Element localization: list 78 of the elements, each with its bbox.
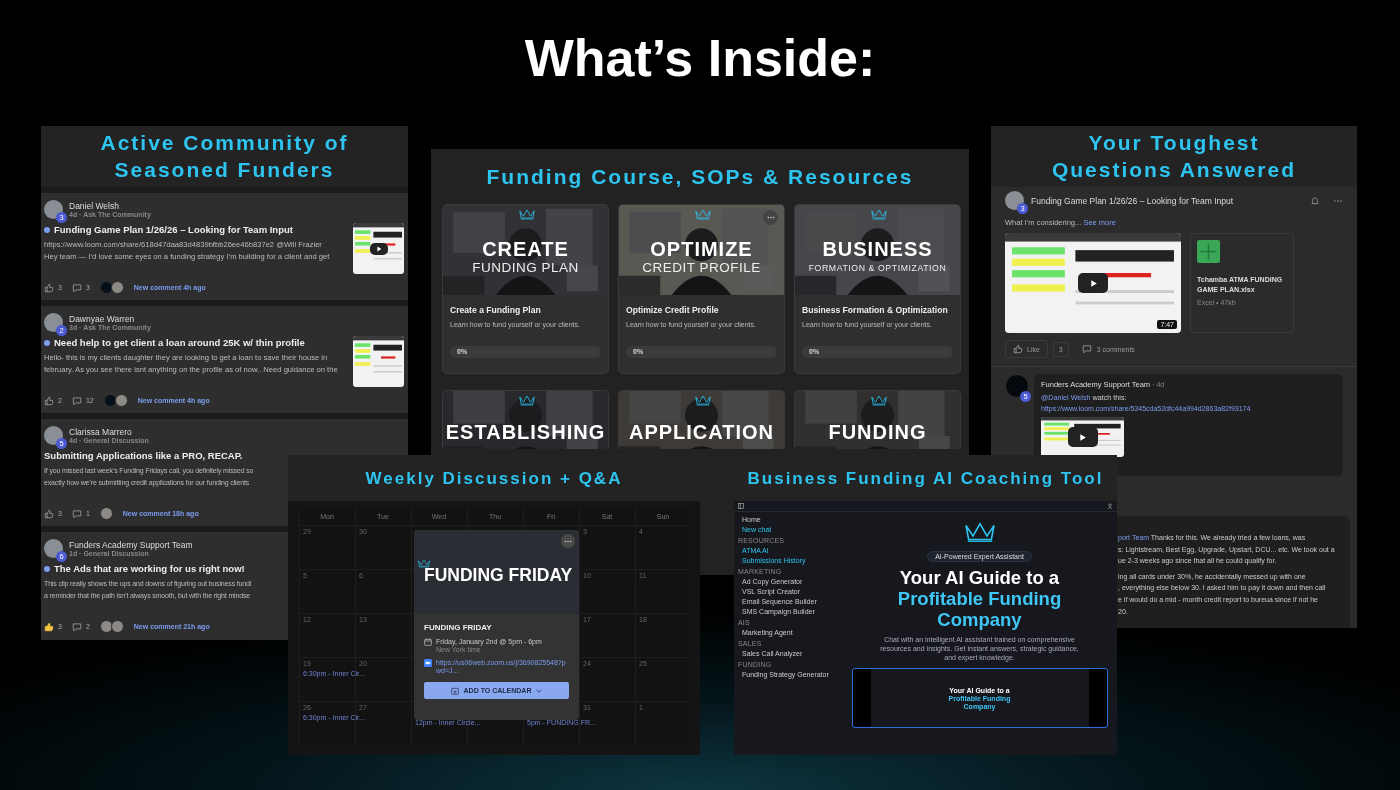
avatar-icon: [44, 539, 63, 558]
card-subline: CREDIT PROFILE: [642, 260, 761, 276]
thumbs-up-icon[interactable]: [44, 282, 54, 293]
commenter-avatar: [114, 394, 128, 407]
crown-icon: [518, 395, 536, 406]
post-title[interactable]: Funding Game Plan 1/26/26 – Looking for Team Input: [54, 224, 293, 235]
panel-title: Business Funding AI Coaching Tool: [747, 467, 1104, 490]
card-headline: CREATE: [482, 238, 569, 260]
more-icon[interactable]: [561, 534, 575, 548]
hero-heading: Profitable Funding: [897, 588, 1062, 609]
banner-title: FUNDING FRIDAY: [424, 565, 573, 586]
commenter-avatar: [110, 281, 124, 294]
hero-heading: Company: [937, 609, 1022, 630]
comment-icon[interactable]: [71, 621, 82, 632]
hero-heading: Your AI Guide to a: [899, 567, 1060, 588]
crown-icon: [870, 209, 888, 220]
page-title: What’s Inside:: [523, 28, 877, 88]
author-name: Dawnyae Warren: [69, 314, 136, 324]
crown-icon: [417, 559, 431, 568]
card-subline: FUNDING PLAN: [472, 260, 579, 276]
comment-icon[interactable]: [71, 508, 82, 519]
play-icon[interactable]: [1078, 273, 1108, 293]
panel-title: Your Toughest: [1087, 130, 1261, 156]
author-name: Clarissa Marrero: [69, 427, 133, 437]
card-headline: ESTABLISHING: [445, 421, 606, 443]
spreadsheet-icon: [1197, 240, 1220, 263]
commenter-avatar: [99, 620, 113, 633]
course-card[interactable]: APPLICATION: [618, 390, 785, 449]
comment-icon[interactable]: [71, 395, 82, 406]
avatar-icon: [1005, 374, 1029, 398]
crown-icon: [694, 395, 712, 406]
event-title: FUNDING FRIDAY: [424, 623, 493, 632]
sidebar-toggle-icon[interactable]: [738, 503, 744, 509]
thumbs-up-icon[interactable]: [44, 395, 54, 406]
commenter-avatar: [99, 281, 113, 294]
author-name: Daniel Welsh: [69, 201, 120, 211]
course-title: Create a Funding Plan: [450, 305, 542, 315]
avatar-icon: [1005, 191, 1024, 210]
course-title: Business Formation & Optimization: [802, 305, 949, 315]
thumbs-up-icon[interactable]: [44, 508, 54, 519]
commenter-avatar: [103, 394, 117, 407]
card-subline: FORMATION & OPTIMIZATION: [808, 262, 947, 275]
avatar-icon: [44, 200, 63, 219]
course-title: Optimize Credit Profile: [626, 305, 720, 315]
calendar-plus-icon: [450, 686, 459, 695]
avatar-icon: [44, 313, 63, 332]
card-headline: OPTIMIZE: [650, 238, 753, 260]
bell-icon[interactable]: [1310, 195, 1320, 206]
author-name: Funders Academy Support Team: [69, 540, 193, 550]
panel-title: Active Community of: [99, 130, 350, 156]
card-headline: BUSINESS: [822, 238, 933, 260]
panel-title: Weekly Discussion + Q&A: [365, 467, 623, 490]
user-icon[interactable]: [1107, 503, 1113, 509]
thumbs-up-icon: [1013, 344, 1023, 354]
play-icon[interactable]: [1067, 427, 1098, 447]
avatar-icon: [44, 426, 63, 445]
comment-icon[interactable]: [1081, 344, 1092, 354]
panel-title: Seasoned Funders: [113, 157, 336, 183]
crown-icon: [870, 395, 888, 406]
course-card[interactable]: ESTABLISHING: [442, 390, 609, 449]
post-title: Funding Game Plan 1/26/26 – Looking for Team Input: [1031, 195, 1235, 206]
commenter-avatar: [99, 507, 113, 520]
post-title[interactable]: The Ads that are working for us right now!: [54, 563, 245, 574]
caret-icon: [536, 688, 543, 693]
panel-title: Funding Course, SOPs & Resources: [485, 164, 915, 190]
course-card[interactable]: FUNDING: [794, 390, 961, 449]
post-title[interactable]: Submitting Applications like a PRO, RECAP.: [44, 450, 243, 461]
crown-icon: [694, 209, 712, 220]
commenter-avatar: [110, 620, 124, 633]
crown-icon: [518, 209, 536, 220]
post-title[interactable]: Need help to get client a loan around 25K w/ thin profile: [54, 337, 305, 348]
comment-icon[interactable]: [71, 282, 82, 293]
card-headline: APPLICATION: [628, 421, 775, 443]
card-headline: FUNDING: [828, 421, 927, 443]
panel-title: Questions Answered: [1050, 157, 1298, 183]
thumbs-up-icon[interactable]: [44, 621, 54, 632]
calendar-icon: [424, 638, 432, 646]
video-call-icon: [424, 659, 432, 667]
